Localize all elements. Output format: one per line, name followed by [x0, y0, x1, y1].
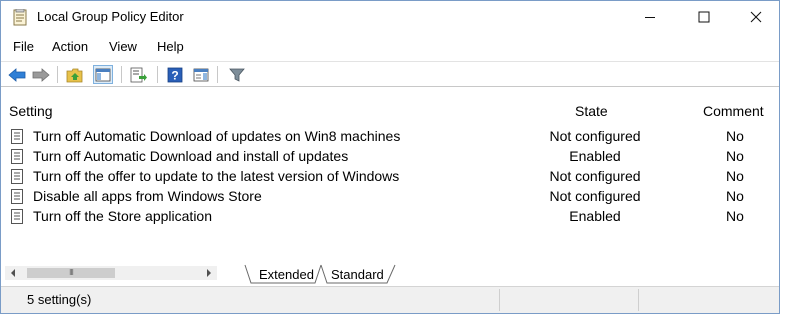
setting-comment: No	[726, 128, 744, 144]
tab-standard[interactable]: Standard	[331, 267, 384, 282]
show-hide-action-pane-icon	[193, 68, 209, 81]
table-row[interactable]: Turn off Automatic Download of updates o…	[5, 127, 775, 147]
maximize-button[interactable]	[681, 1, 727, 33]
setting-state: Not configured	[549, 128, 641, 144]
export-list-button[interactable]	[129, 65, 149, 84]
show-hide-tree-icon	[95, 68, 111, 81]
forward-button[interactable]	[31, 65, 51, 84]
setting-name: Turn off Automatic Download and install …	[33, 148, 349, 164]
filter-button[interactable]	[227, 65, 247, 84]
menu-file[interactable]: File	[13, 39, 34, 54]
close-icon	[750, 11, 762, 23]
up-one-level-button[interactable]	[65, 65, 85, 84]
table-row[interactable]: Turn off the offer to update to the late…	[5, 167, 775, 187]
filter-icon	[229, 68, 245, 82]
toolbar-separator	[57, 66, 58, 83]
policy-setting-icon	[11, 149, 23, 164]
status-divider	[638, 289, 639, 311]
status-bar: 5 setting(s)	[1, 286, 779, 313]
column-header-state[interactable]: State	[575, 103, 608, 119]
settings-list: Setting State Comment Turn off Automatic…	[5, 91, 775, 261]
app-window: Local Group Policy Editor File Action Vi…	[0, 0, 780, 314]
table-row[interactable]: Turn off the Store application Enabled N…	[5, 207, 775, 227]
setting-name: Turn off Automatic Download of updates o…	[33, 128, 401, 144]
bottom-strip: III Extended Standard	[1, 264, 779, 286]
caret-left-icon	[11, 269, 15, 277]
svg-text:?: ?	[171, 68, 178, 82]
horizontal-scrollbar[interactable]: III	[5, 266, 217, 280]
toolbar-separator	[157, 66, 158, 83]
menu-view[interactable]: View	[109, 39, 137, 54]
caret-right-icon	[207, 269, 211, 277]
setting-name: Turn off the Store application	[33, 208, 212, 224]
setting-state: Not configured	[549, 188, 641, 204]
policy-setting-icon	[11, 129, 23, 144]
menu-action[interactable]: Action	[52, 39, 88, 54]
setting-name: Turn off the offer to update to the late…	[33, 168, 400, 184]
setting-state: Enabled	[569, 208, 621, 224]
up-folder-icon	[66, 68, 83, 82]
policy-setting-icon	[11, 209, 23, 224]
show-hide-console-tree-button[interactable]	[93, 65, 113, 84]
help-icon: ?	[167, 67, 183, 82]
toolbar: ?	[1, 61, 779, 87]
forward-arrow-icon	[32, 67, 50, 82]
table-row[interactable]: Turn off Automatic Download and install …	[5, 147, 775, 167]
help-button[interactable]: ?	[165, 65, 185, 84]
window-title: Local Group Policy Editor	[37, 9, 184, 24]
column-header-comment[interactable]: Comment	[703, 103, 764, 119]
setting-comment: No	[726, 188, 744, 204]
close-button[interactable]	[733, 1, 779, 33]
title-bar[interactable]: Local Group Policy Editor	[1, 1, 779, 33]
back-arrow-icon	[8, 67, 26, 82]
minimize-button[interactable]	[627, 1, 673, 33]
toolbar-separator	[217, 66, 218, 83]
policy-editor-icon	[13, 9, 27, 26]
scroll-thumb[interactable]: III	[27, 268, 115, 278]
scroll-left-button[interactable]	[5, 266, 21, 280]
setting-state: Not configured	[549, 168, 641, 184]
setting-comment: No	[726, 168, 744, 184]
setting-comment: No	[726, 208, 744, 224]
setting-name: Disable all apps from Windows Store	[33, 188, 262, 204]
table-row[interactable]: Disable all apps from Windows Store Not …	[5, 187, 775, 207]
policy-setting-icon	[11, 189, 23, 204]
export-list-icon	[130, 67, 147, 82]
show-hide-action-pane-button[interactable]	[191, 65, 211, 84]
scroll-right-button[interactable]	[201, 266, 217, 280]
status-divider	[499, 289, 500, 311]
status-text: 5 setting(s)	[27, 292, 92, 307]
maximize-icon	[698, 11, 710, 23]
back-button[interactable]	[7, 65, 27, 84]
menu-help[interactable]: Help	[157, 39, 184, 54]
column-header-setting[interactable]: Setting	[9, 103, 53, 119]
policy-setting-icon	[11, 169, 23, 184]
minimize-icon	[645, 17, 655, 18]
toolbar-separator	[121, 66, 122, 83]
tab-extended[interactable]: Extended	[259, 267, 314, 282]
setting-comment: No	[726, 148, 744, 164]
setting-state: Enabled	[569, 148, 621, 164]
